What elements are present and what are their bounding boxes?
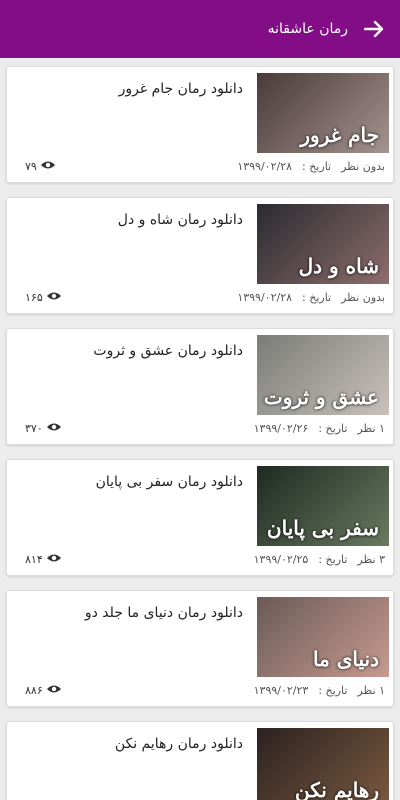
view-count-value: ۸۱۴ [25,553,43,566]
publish-date: ۱۳۹۹/۰۲/۲۵ [253,553,309,566]
date-label: تاریخ : [302,160,332,173]
cover-image: دنیای ما [257,597,389,677]
eye-icon [46,422,62,435]
eye-icon [40,160,56,173]
novel-meta: ۱ نظر تاریخ : ۱۳۹۹/۰۲/۲۳ [254,684,385,697]
publish-date: ۱۳۹۹/۰۲/۲۳ [253,684,309,697]
view-count: ۳۷۰ [25,422,62,435]
view-count-value: ۷۹ [25,160,37,173]
comment-count: ۱ نظر [357,422,385,435]
eye-icon [46,291,62,304]
cover-image: سفر بی پایان [257,466,389,546]
page-title: رمان عاشقانه [267,21,348,37]
novel-title: دانلود رمان عشق و ثروت [93,343,243,359]
comment-count: بدون نظر [341,291,385,304]
novel-card[interactable]: سفر بی پایان دانلود رمان سفر بی پایان ۳ … [6,459,394,576]
cover-image: شاه و دل [257,204,389,284]
cover-title-text: دنیای ما [312,647,379,671]
comment-count: ۳ نظر [357,553,385,566]
view-count-value: ۱۶۵ [25,291,43,304]
comment-count: بدون نظر [341,160,385,173]
novel-meta: بدون نظر تاریخ : ۱۳۹۹/۰۲/۲۸ [237,160,385,173]
novel-card[interactable]: جام غرور دانلود رمان جام غرور بدون نظر ت… [6,66,394,183]
comment-count: ۱ نظر [357,684,385,697]
novel-meta: ۳ نظر تاریخ : ۱۳۹۹/۰۲/۲۵ [254,553,385,566]
eye-icon [46,684,62,697]
publish-date: ۱۳۹۹/۰۲/۲۸ [237,291,293,304]
cover-title-text: رهایم نکن [295,778,379,800]
view-count-value: ۸۸۶ [25,684,43,697]
view-count: ۷۹ [25,160,56,173]
date-label: تاریخ : [318,553,348,566]
novel-title: دانلود رمان سفر بی پایان [95,474,243,490]
novel-card[interactable]: شاه و دل دانلود رمان شاه و دل بدون نظر ت… [6,197,394,314]
novel-meta: ۱ نظر تاریخ : ۱۳۹۹/۰۲/۲۶ [254,422,385,435]
novel-title: دانلود رمان شاه و دل [117,212,243,228]
novel-card[interactable]: رهایم نکن دانلود رمان رهایم نکن [6,721,394,800]
back-arrow-icon[interactable] [362,17,386,41]
novel-title: دانلود رمان جام غرور [118,81,243,97]
view-count: ۱۶۵ [25,291,62,304]
view-count-value: ۳۷۰ [25,422,43,435]
novel-meta: بدون نظر تاریخ : ۱۳۹۹/۰۲/۲۸ [237,291,385,304]
date-label: تاریخ : [318,684,348,697]
cover-image: عشق و ثروت [257,335,389,415]
cover-title-text: شاه و دل [298,254,379,278]
cover-title-text: جام غرور [300,123,379,147]
view-count: ۸۱۴ [25,553,62,566]
date-label: تاریخ : [318,422,348,435]
cover-title-text: عشق و ثروت [263,385,379,409]
novel-title: دانلود رمان دنیای ما جلد دو [84,605,243,621]
cover-title-text: سفر بی پایان [266,516,379,540]
cover-image: رهایم نکن [257,728,389,800]
date-label: تاریخ : [302,291,332,304]
novel-title: دانلود رمان رهایم نکن [114,736,243,752]
view-count: ۸۸۶ [25,684,62,697]
cover-image: جام غرور [257,73,389,153]
app-bar: رمان عاشقانه [0,0,400,58]
novel-card[interactable]: عشق و ثروت دانلود رمان عشق و ثروت ۱ نظر … [6,328,394,445]
publish-date: ۱۳۹۹/۰۲/۲۸ [237,160,293,173]
eye-icon [46,553,62,566]
novel-card[interactable]: دنیای ما دانلود رمان دنیای ما جلد دو ۱ ن… [6,590,394,707]
publish-date: ۱۳۹۹/۰۲/۲۶ [253,422,309,435]
